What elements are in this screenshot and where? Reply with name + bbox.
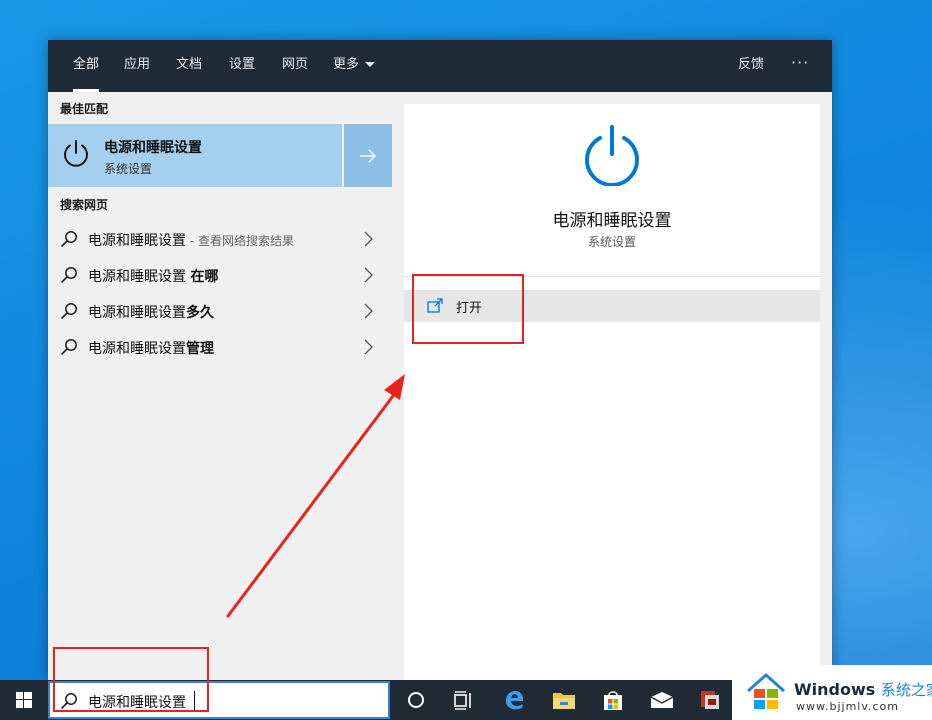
tab-apps[interactable]: 应用 <box>124 40 150 92</box>
power-icon <box>585 125 639 186</box>
chevron-right-icon <box>364 267 373 283</box>
watermark-url: www.bjjmlv.com <box>796 700 899 713</box>
tab-documents[interactable]: 文档 <box>176 40 202 92</box>
web-search-heading: 搜索网页 <box>60 198 109 212</box>
search-panel: 全部 应用 文档 设置 网页 更多 反馈 ··· 最佳匹配 电源和睡眠设置 系统… <box>48 40 832 680</box>
search-icon <box>61 303 77 319</box>
tab-web[interactable]: 网页 <box>282 40 308 92</box>
annotation-highlight-search <box>53 647 209 712</box>
windows-logo <box>747 673 785 709</box>
web-result-prefix: 电源和睡眠设置 <box>88 341 186 357</box>
search-icon <box>61 267 77 283</box>
search-icon <box>61 231 77 247</box>
best-match-subtitle: 系统设置 <box>104 162 153 176</box>
file-explorer-icon <box>553 693 575 709</box>
tab-all[interactable]: 全部 <box>73 40 100 92</box>
preview-subtitle: 系统设置 <box>587 235 636 249</box>
web-result-prefix: 电源和睡眠设置 <box>88 269 191 285</box>
web-result-hint: - 查看网络搜索结果 <box>186 234 294 248</box>
feedback-button[interactable]: 反馈 <box>738 40 764 92</box>
mail-button[interactable] <box>638 680 686 720</box>
store-icon <box>604 691 622 710</box>
more-options-button[interactable]: ··· <box>791 40 809 92</box>
web-result-suffix: 管理 <box>186 341 214 357</box>
start-button[interactable] <box>0 680 48 720</box>
mail-icon <box>650 692 674 708</box>
tab-settings[interactable]: 设置 <box>229 40 255 92</box>
app-icon <box>701 691 719 709</box>
tab-more-label: 更多 <box>333 57 360 72</box>
task-view-icon <box>454 691 471 710</box>
web-result-item[interactable]: 电源和睡眠设置管理 <box>48 329 392 365</box>
edge-icon <box>506 691 523 710</box>
filter-bar: 全部 应用 文档 设置 网页 更多 反馈 ··· <box>48 40 832 92</box>
arrow-right-icon <box>360 149 376 162</box>
web-result-item[interactable]: 电源和睡眠设置 - 查看网络搜索结果 <box>48 221 392 257</box>
annotation-highlight-open <box>412 274 524 344</box>
chevron-down-icon <box>365 62 376 67</box>
expand-preview-button[interactable] <box>344 124 392 187</box>
pinned-app-button[interactable] <box>686 680 734 720</box>
preview-pane: 电源和睡眠设置 系统设置 打开 <box>404 104 820 680</box>
chevron-right-icon <box>364 231 373 247</box>
web-result-item[interactable]: 电源和睡眠设置多久 <box>48 293 392 329</box>
web-result-suffix: 在哪 <box>190 269 219 285</box>
edge-button[interactable] <box>490 680 538 720</box>
store-button[interactable] <box>589 680 637 720</box>
cortana-icon <box>408 692 424 708</box>
watermark-brand-suffix: 系统之家 <box>880 681 932 699</box>
best-match-heading: 最佳匹配 <box>60 102 109 116</box>
preview-title: 电源和睡眠设置 <box>552 211 672 231</box>
windows-start-icon <box>16 692 32 708</box>
web-result-prefix: 电源和睡眠设置 <box>88 305 186 321</box>
web-result-query: 电源和睡眠设置 <box>88 233 186 249</box>
best-match-title: 电源和睡眠设置 <box>104 140 202 156</box>
chevron-right-icon <box>364 339 373 355</box>
cortana-button[interactable] <box>392 680 440 720</box>
watermark-brand: Windows <box>794 680 876 699</box>
tab-more[interactable]: 更多 <box>333 40 376 92</box>
best-match-result[interactable]: 电源和睡眠设置 系统设置 <box>48 124 342 187</box>
web-result-item[interactable]: 电源和睡眠设置 在哪 <box>48 257 392 293</box>
chevron-right-icon <box>364 303 373 319</box>
task-view-button[interactable] <box>440 680 488 720</box>
file-explorer-button[interactable] <box>540 680 588 720</box>
watermark: Windows 系统之家 www.bjjmlv.com <box>732 665 932 720</box>
power-icon <box>64 140 88 167</box>
search-icon <box>61 339 77 355</box>
web-result-suffix: 多久 <box>186 305 214 321</box>
